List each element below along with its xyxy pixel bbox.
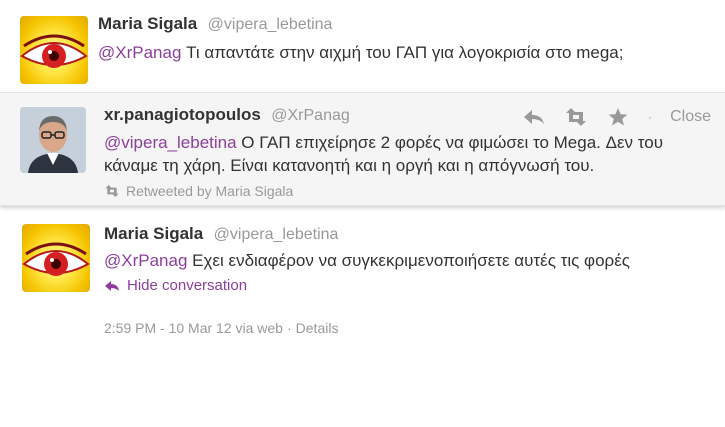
tweet-body: Τι απαντάτε στην αιχμή του ΓΑΠ για λογοκ…: [181, 43, 624, 62]
avatar[interactable]: [20, 16, 88, 84]
avatar[interactable]: [22, 224, 90, 292]
retweet-small-icon: [105, 185, 119, 197]
fullname[interactable]: xr.panagiotopoulos: [104, 105, 261, 124]
retweeted-by[interactable]: Retweeted by Maria Sigala: [104, 183, 293, 199]
mention-link[interactable]: @XrPanag: [98, 43, 181, 62]
star-icon[interactable]: [606, 107, 630, 127]
tweet-1[interactable]: Maria Sigala @vipera_lebetina @XrPanag Τ…: [0, 0, 725, 92]
close-link[interactable]: Close: [670, 108, 711, 126]
tweet-actions: · Close: [522, 105, 711, 129]
reply-icon[interactable]: [522, 107, 546, 127]
eye-avatar-icon: [20, 34, 88, 68]
fullname[interactable]: Maria Sigala: [104, 224, 203, 243]
tweet-header: Maria Sigala @vipera_lebetina: [98, 14, 332, 34]
screenname[interactable]: @vipera_lebetina: [214, 226, 339, 243]
tweet-3[interactable]: Maria Sigala @vipera_lebetina @XrPanag Ε…: [0, 216, 725, 366]
details-link[interactable]: Details: [296, 320, 339, 336]
conversation-arrow-icon: [105, 280, 119, 291]
tweet-meta: 2:59 PM - 10 Mar 12 via web · Details: [104, 320, 338, 336]
mention-link[interactable]: @XrPanag: [104, 251, 187, 270]
separator-dot: ·: [286, 320, 292, 336]
retweet-icon[interactable]: [564, 107, 588, 127]
tweet-text: @XrPanag Τι απαντάτε στην αιχμή του ΓΑΠ …: [98, 41, 718, 64]
retweeted-by-label: Retweeted by Maria Sigala: [126, 183, 294, 199]
eye-avatar-icon: [22, 242, 90, 276]
fullname[interactable]: Maria Sigala: [98, 14, 197, 33]
separator-dot: ·: [648, 110, 653, 124]
screenname[interactable]: @vipera_lebetina: [208, 16, 333, 33]
mention-link[interactable]: @vipera_lebetina: [104, 133, 237, 152]
hide-conversation-label: Hide conversation: [127, 277, 248, 294]
man-avatar-icon: [20, 107, 86, 173]
timestamp[interactable]: 2:59 PM - 10 Mar 12 via web: [104, 320, 283, 336]
tweet-header: Maria Sigala @vipera_lebetina: [104, 224, 338, 244]
tweet-text: @vipera_lebetina Ο ΓΑΠ επιχείρησε 2 φορέ…: [104, 131, 714, 177]
hide-conversation-link[interactable]: Hide conversation: [104, 277, 247, 294]
tweet-header: xr.panagiotopoulos @XrPanag: [104, 105, 350, 125]
tweet-text: @XrPanag Εχει ενδιαφέρον να συγκεκριμενο…: [104, 249, 719, 272]
tweet-2[interactable]: xr.panagiotopoulos @XrPanag · Close @vip…: [0, 92, 725, 206]
tweet-body: Εχει ενδιαφέρον να συγκεκριμενοποιήσετε …: [187, 251, 630, 270]
avatar[interactable]: [20, 107, 86, 173]
screenname[interactable]: @XrPanag: [271, 107, 350, 124]
